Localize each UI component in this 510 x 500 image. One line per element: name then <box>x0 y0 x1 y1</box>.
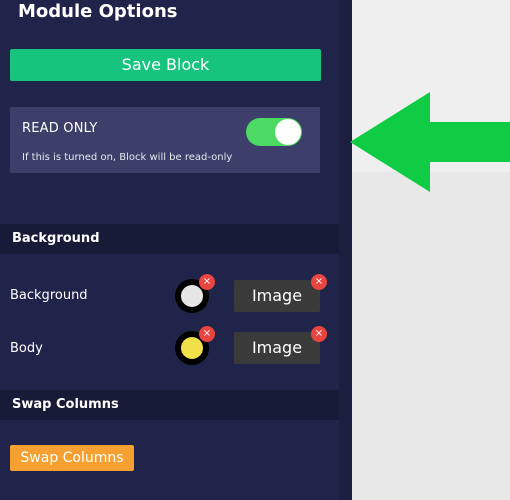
background-section-header: Background <box>0 224 339 254</box>
read-only-toggle[interactable] <box>246 118 302 146</box>
remove-background-color-icon[interactable]: × <box>199 274 215 290</box>
panel-edge <box>339 0 352 500</box>
swap-columns-section-header: Swap Columns <box>0 390 339 420</box>
background-image-button[interactable]: Image <box>234 280 320 312</box>
remove-background-image-icon[interactable]: × <box>311 274 327 290</box>
read-only-help-text: If this is turned on, Block will be read… <box>22 152 233 163</box>
panel-title: Module Options <box>18 1 178 22</box>
swap-columns-section-title: Swap Columns <box>12 397 119 412</box>
green-arrow-icon <box>350 92 510 192</box>
read-only-setting: READ ONLY If this is turned on, Block wi… <box>10 107 320 173</box>
body-row-label: Body <box>10 341 43 356</box>
background-row-label: Background <box>10 288 88 303</box>
remove-body-color-icon[interactable]: × <box>199 326 215 342</box>
module-options-panel: Module Options Save Block READ ONLY If t… <box>0 0 339 500</box>
toggle-knob <box>275 119 301 145</box>
canvas-area <box>352 172 510 500</box>
read-only-label: READ ONLY <box>22 121 98 136</box>
body-color-fill <box>181 337 203 359</box>
background-section-title: Background <box>12 231 100 246</box>
remove-body-image-icon[interactable]: × <box>311 326 327 342</box>
save-block-button[interactable]: Save Block <box>10 49 321 81</box>
background-color-fill <box>181 285 203 307</box>
body-image-button[interactable]: Image <box>234 332 320 364</box>
swap-columns-button[interactable]: Swap Columns <box>10 445 134 471</box>
